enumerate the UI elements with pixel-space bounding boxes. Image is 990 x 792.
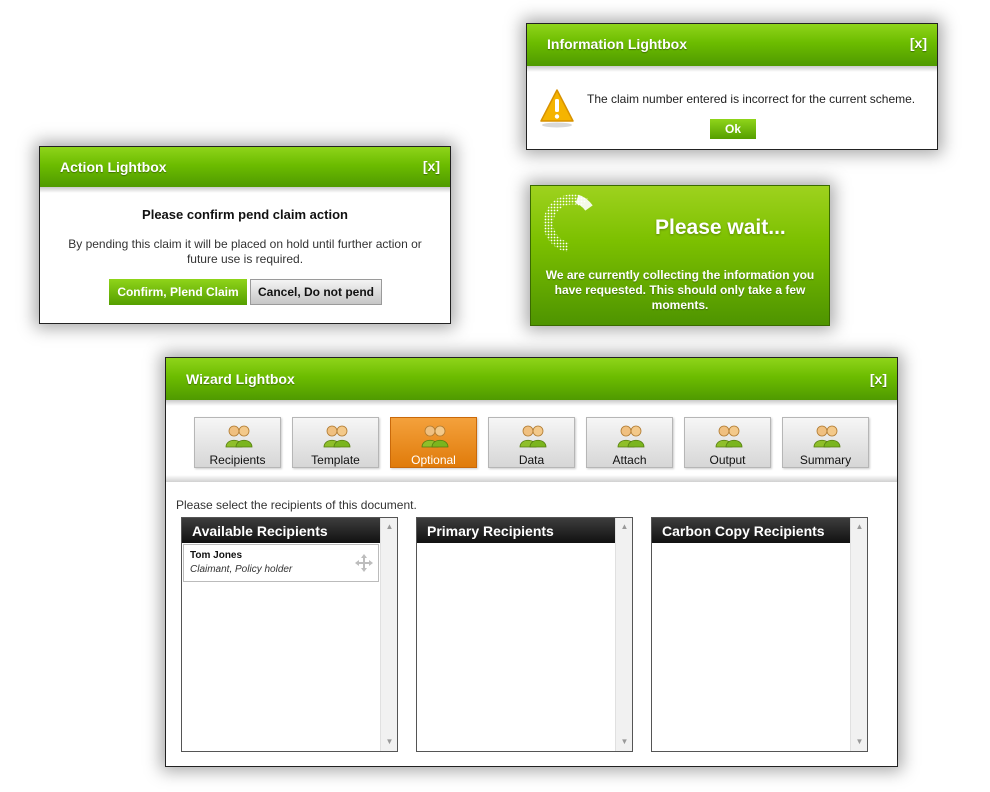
people-icon [225, 425, 253, 448]
scroll-up-arrow-icon[interactable]: ▲ [616, 520, 633, 534]
loading-spinner-icon [543, 194, 593, 252]
please-wait-message: We are currently collecting the informat… [545, 268, 815, 312]
warning-icon [540, 89, 574, 128]
scrollbar[interactable]: ▲ ▼ [850, 518, 867, 751]
please-wait-box: Please wait... We are currently collecti… [530, 185, 830, 326]
cancel-pend-button[interactable]: Cancel, Do not pend [250, 279, 382, 305]
wizard-lightbox-title: Wizard Lightbox [186, 371, 295, 387]
information-lightbox-title: Information Lightbox [547, 36, 687, 52]
people-icon [519, 425, 547, 448]
scroll-up-arrow-icon[interactable]: ▲ [851, 520, 868, 534]
people-icon [715, 425, 743, 448]
action-lightbox-header: Action Lightbox [x] [40, 147, 450, 193]
recipient-item[interactable]: Tom Jones Claimant, Policy holder [183, 544, 379, 582]
people-icon [323, 425, 351, 448]
information-lightbox: Information Lightbox [x] The claim numbe… [526, 23, 938, 150]
step-label: Data [518, 453, 545, 467]
wizard-instruction: Please select the recipients of this doc… [176, 498, 417, 512]
confirm-pend-claim-button[interactable]: Confirm, Plend Claim [109, 279, 247, 305]
action-heading: Please confirm pend claim action [142, 207, 348, 222]
primary-recipients-list[interactable]: Primary Recipients ▲ ▼ [416, 517, 633, 752]
information-message: The claim number entered is incorrect fo… [587, 92, 916, 106]
people-icon [421, 425, 449, 448]
recipient-role: Claimant, Policy holder [190, 564, 293, 575]
step-attach[interactable]: Attach [586, 417, 673, 468]
wizard-lightbox: Wizard Lightbox [x] Recipients Template [165, 357, 898, 767]
information-lightbox-header: Information Lightbox [x] [527, 24, 937, 72]
scroll-down-arrow-icon[interactable]: ▼ [851, 735, 868, 749]
primary-recipients-header: Primary Recipients [417, 518, 616, 543]
drag-move-icon[interactable] [354, 553, 374, 573]
step-label: Optional [411, 453, 456, 467]
please-wait-title: Please wait... [655, 216, 786, 239]
carbon-copy-recipients-header: Carbon Copy Recipients [652, 518, 851, 543]
step-label: Attach [612, 453, 647, 467]
step-recipients[interactable]: Recipients [194, 417, 281, 468]
step-template[interactable]: Template [292, 417, 379, 468]
scroll-up-arrow-icon[interactable]: ▲ [381, 520, 398, 534]
action-lightbox-title: Action Lightbox [60, 159, 167, 175]
recipient-name: Tom Jones [190, 550, 243, 561]
scroll-down-arrow-icon[interactable]: ▼ [616, 735, 633, 749]
action-message: By pending this claim it will be placed … [68, 237, 422, 266]
scroll-down-arrow-icon[interactable]: ▼ [381, 735, 398, 749]
information-lightbox-close-button[interactable]: [x] [910, 35, 927, 51]
action-lightbox: Action Lightbox [x] Please confirm pend … [39, 146, 451, 324]
wizard-steps-bar: Recipients Template Optional Data Attach… [166, 406, 897, 482]
available-recipients-list[interactable]: Available Recipients Tom Jones Claimant,… [181, 517, 398, 752]
step-label: Output [709, 453, 746, 467]
carbon-copy-recipients-list[interactable]: Carbon Copy Recipients ▲ ▼ [651, 517, 868, 752]
step-output[interactable]: Output [684, 417, 771, 468]
scrollbar[interactable]: ▲ ▼ [380, 518, 397, 751]
step-summary[interactable]: Summary [782, 417, 869, 468]
step-label: Template [311, 453, 360, 467]
scrollbar[interactable]: ▲ ▼ [615, 518, 632, 751]
action-lightbox-close-button[interactable]: [x] [423, 158, 440, 174]
step-data[interactable]: Data [488, 417, 575, 468]
people-icon [813, 425, 841, 448]
available-recipients-header: Available Recipients [182, 518, 381, 543]
wizard-lightbox-header: Wizard Lightbox [x] [166, 358, 897, 406]
step-label: Recipients [209, 453, 266, 467]
step-label: Summary [799, 453, 852, 467]
wizard-lightbox-close-button[interactable]: [x] [870, 371, 887, 387]
people-icon [617, 425, 645, 448]
ok-button[interactable]: Ok [710, 119, 756, 139]
step-optional[interactable]: Optional [390, 417, 477, 468]
